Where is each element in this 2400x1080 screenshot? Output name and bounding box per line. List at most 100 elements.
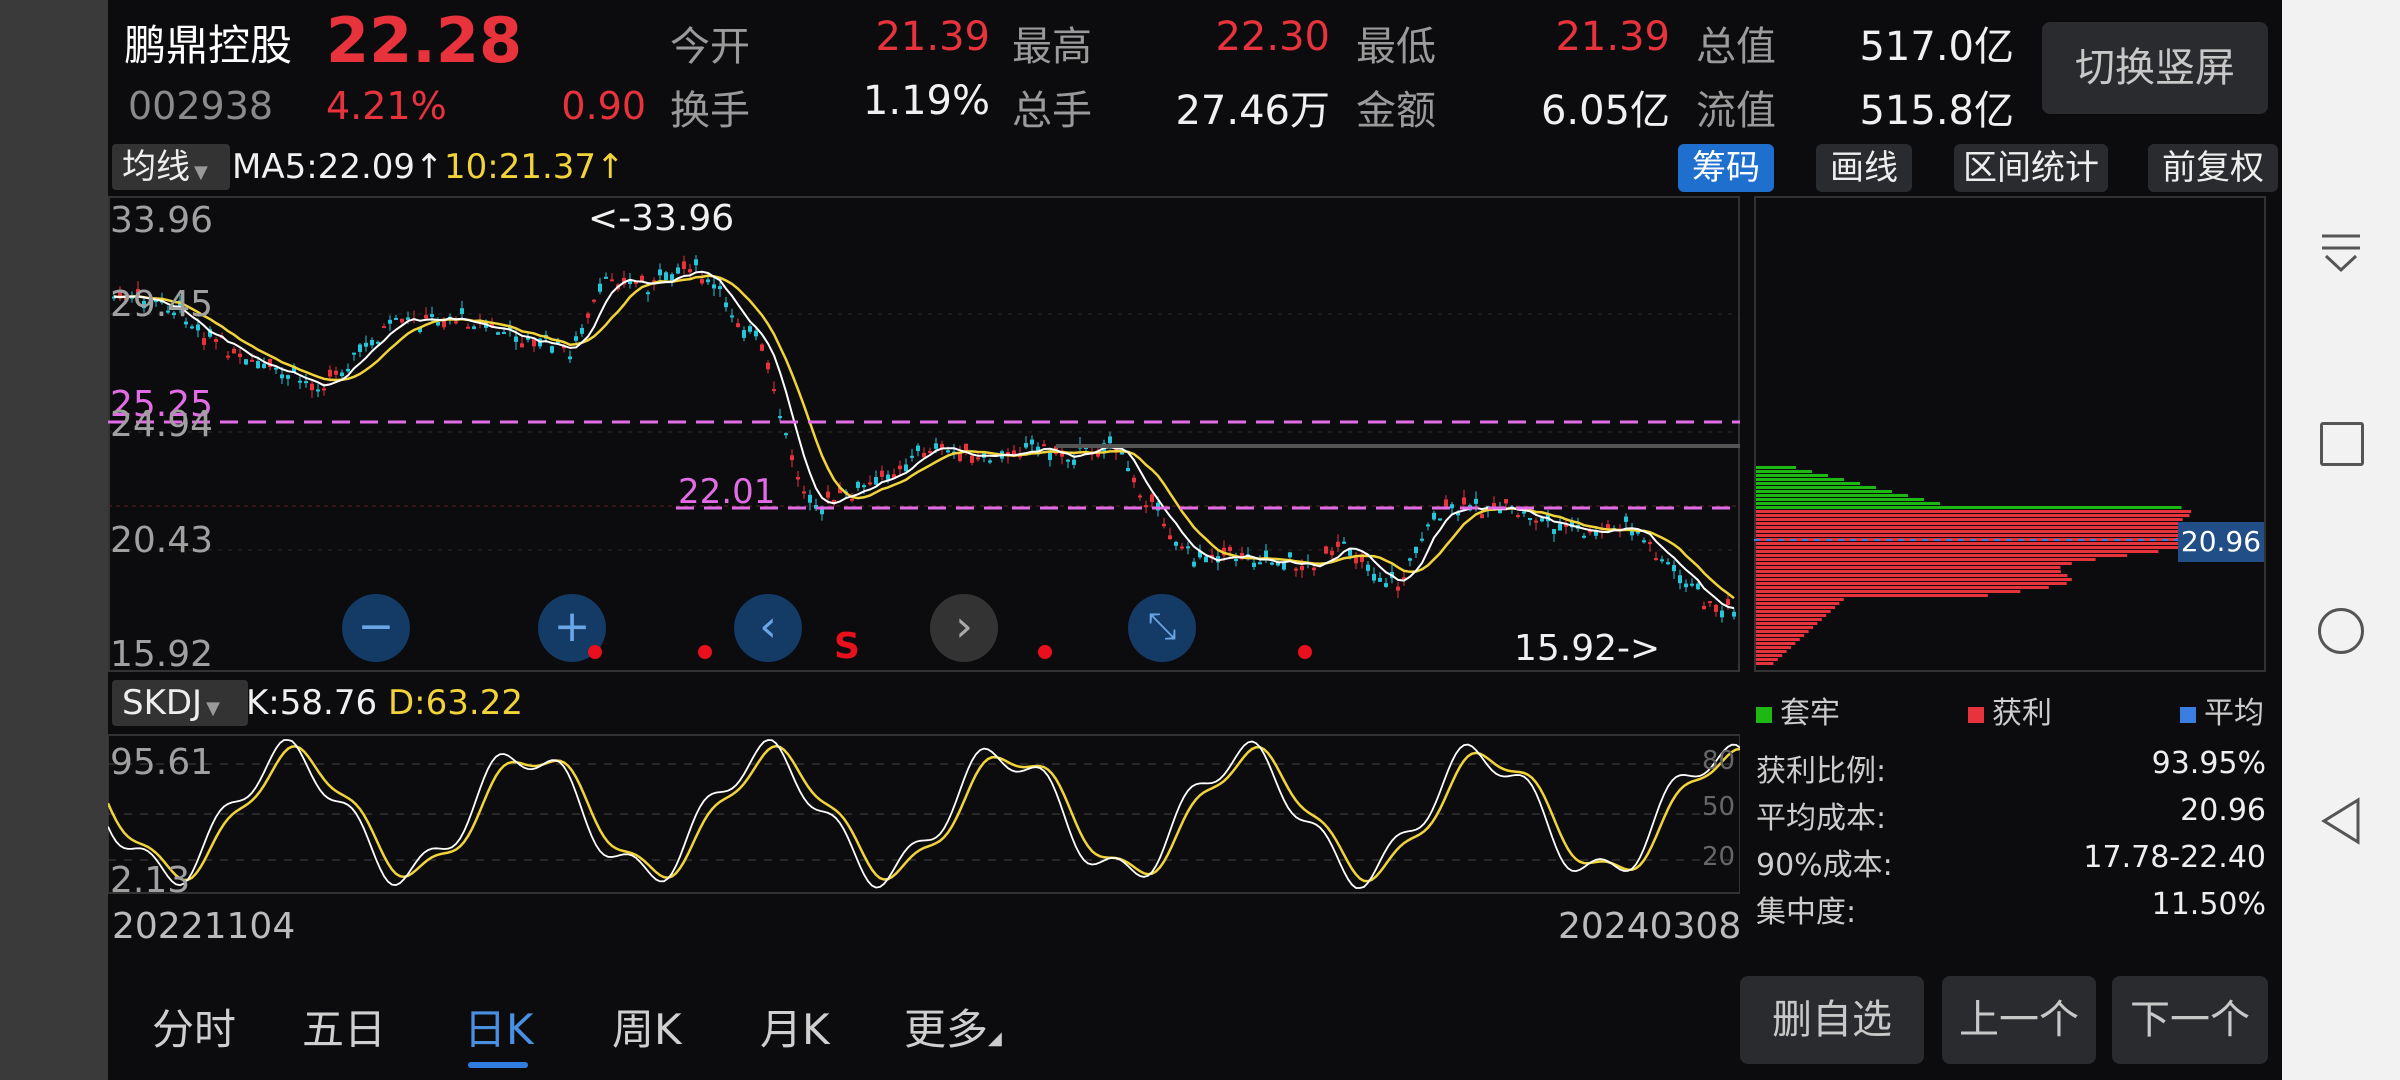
candle-body (394, 317, 398, 320)
price-label-20: 20.43 (110, 520, 214, 561)
tab-monthly-k[interactable]: 月K (760, 996, 830, 1057)
change-percent: 4.21% (326, 84, 447, 128)
candle-body (430, 314, 434, 317)
candle-body (1558, 523, 1562, 531)
quote-label-high: 最高 (1012, 24, 1092, 70)
collapse-button[interactable]: ⤡ (1128, 594, 1196, 662)
candle-body (586, 313, 590, 318)
candle-body (1132, 477, 1136, 483)
chip-distribution-button[interactable]: 筹码 (1678, 144, 1774, 192)
quote-label-volume: 总手 (1012, 88, 1092, 134)
quote-value-open: 21.39 (875, 14, 990, 60)
skdj-label-low: 2.13 (110, 860, 191, 901)
scroll-left-button[interactable]: ‹ (734, 594, 802, 662)
chip-bar (1756, 490, 1892, 493)
recent-apps-icon[interactable] (2320, 422, 2364, 466)
scroll-right-button[interactable]: › (930, 594, 998, 662)
candle-body (1726, 599, 1730, 606)
signal-dot (588, 645, 602, 659)
chip-bar (1756, 614, 1827, 617)
skdj-chart[interactable] (108, 734, 1740, 894)
candle-body (700, 279, 704, 284)
chip-bar (1756, 478, 1844, 481)
notification-shade-icon[interactable] (2316, 228, 2366, 278)
candle-body (436, 322, 440, 326)
signal-dot (698, 645, 712, 659)
tab-weekly-k[interactable]: 周K (612, 996, 682, 1057)
zoom-out-button[interactable]: − (342, 594, 410, 662)
candle-body (1678, 575, 1682, 584)
chip-bar (1756, 554, 2128, 557)
candle-body (1270, 562, 1274, 565)
tab-five-day[interactable]: 五日 (302, 996, 386, 1057)
candle-body (1432, 512, 1436, 520)
skdj-k-value: K:58.76 (246, 683, 378, 723)
candle-body (514, 336, 518, 342)
adjust-forward-button[interactable]: 前复权 (2148, 144, 2278, 192)
plus-icon: + (553, 601, 591, 652)
chip-bar (1756, 506, 2182, 509)
tab-active-indicator (468, 1062, 528, 1068)
candle-body (1408, 558, 1412, 561)
chip-bar (1756, 470, 1812, 473)
tab-intraday[interactable]: 分时 (152, 996, 236, 1057)
candle-body (658, 269, 662, 276)
quote-label-low: 最低 (1356, 24, 1436, 70)
kline-chart[interactable] (108, 196, 1740, 672)
quote-value-turnover: 1.19% (862, 78, 990, 124)
remove-watchlist-button[interactable]: 删自选 (1740, 976, 1924, 1064)
candle-body (244, 359, 248, 365)
indicator-select-skdj[interactable]: SKDJ ▼ (112, 680, 248, 726)
chip-bar (1756, 558, 2096, 561)
candle-body (904, 464, 908, 472)
candle-body (328, 369, 332, 377)
candle-body (502, 332, 506, 335)
tab-more[interactable]: 更多◢ (904, 996, 1002, 1057)
candle-body (1048, 453, 1052, 461)
candle-body (1720, 610, 1724, 618)
stat-value-90-cost: 17.78-22.40 (2083, 840, 2266, 875)
date-end: 20240308 (1558, 906, 1742, 947)
quote-value-low: 21.39 (1555, 14, 1670, 60)
home-icon[interactable] (2318, 608, 2364, 654)
candle-body (1666, 562, 1670, 565)
candle-body (400, 318, 404, 323)
chip-bar (1756, 546, 2182, 549)
ma10-value: 10:21.37↑ (444, 144, 625, 190)
draw-line-button[interactable]: 画线 (1816, 144, 1912, 192)
switch-portrait-button[interactable]: 切换竖屏 (2042, 22, 2268, 114)
tab-daily-k[interactable]: 日K (464, 996, 534, 1057)
candle-body (250, 359, 254, 362)
candle-body (976, 457, 980, 460)
candle-body (472, 326, 476, 329)
candle-body (466, 326, 470, 329)
candle-body (1108, 436, 1112, 444)
candle-body (1480, 514, 1484, 519)
candle-body (826, 491, 830, 498)
ma5-text: MA5:22.09 (232, 147, 416, 187)
next-stock-button[interactable]: 下一个 (2112, 976, 2268, 1064)
ma5-line (113, 270, 1735, 610)
indicator-select-ma[interactable]: 均线 ▼ (112, 144, 230, 190)
avg-cost-tag: 20.96 (2178, 522, 2264, 562)
candle-body (970, 455, 974, 463)
candle-body (1294, 568, 1298, 571)
max-price-marker: <-33.96 (588, 198, 735, 239)
range-stats-button[interactable]: 区间统计 (1954, 144, 2108, 192)
chip-bar (1756, 586, 2049, 589)
price-label-33: 33.96 (110, 200, 214, 241)
price-label-15: 15.92 (110, 634, 214, 675)
chip-bar (1756, 610, 1831, 613)
candle-body (1474, 498, 1478, 504)
candle-body (790, 455, 794, 461)
candle-body (1654, 558, 1658, 561)
previous-stock-button[interactable]: 上一个 (1942, 976, 2096, 1064)
candle-body (1324, 546, 1328, 554)
back-icon[interactable] (2318, 796, 2364, 846)
candle-body (646, 292, 650, 295)
candle-body (730, 315, 734, 318)
chip-bar (1756, 658, 1778, 661)
candle-body (1228, 546, 1232, 552)
candle-body (766, 362, 770, 370)
candle-body (868, 482, 872, 485)
